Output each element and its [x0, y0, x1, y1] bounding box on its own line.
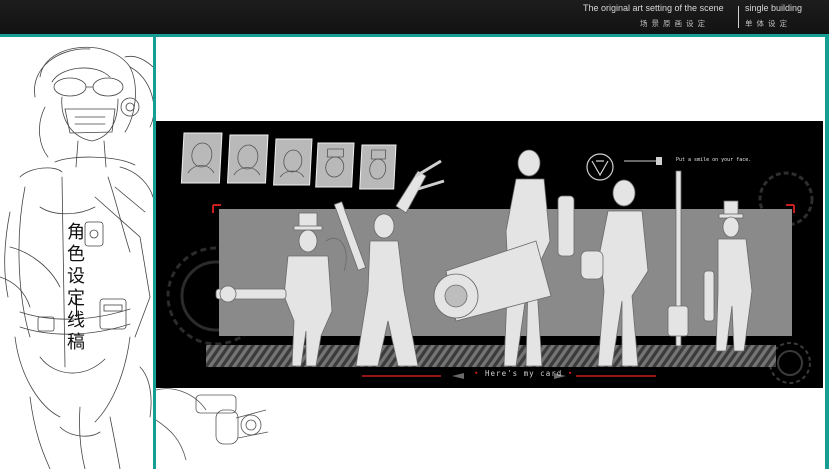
header-subtitle-en: single building — [745, 3, 803, 13]
title-separator-line — [76, 295, 77, 317]
vertical-section-title: 角色设定 线稿 — [67, 222, 85, 353]
header-title-en: The original art setting of the scene — [583, 3, 724, 13]
caption-dot-left-icon: • — [474, 369, 480, 378]
thumbnail-1[interactable] — [180, 132, 223, 184]
card-caption: • Here's my card • — [474, 369, 573, 378]
header-subtitle-cn: 单体设定 — [745, 19, 791, 28]
tagline-marker — [656, 157, 662, 165]
lineart-sketch-panel: 角色设定 线稿 — [0, 37, 153, 469]
thumbnail-2[interactable] — [226, 134, 269, 184]
caption-text: Here's my card — [485, 369, 563, 378]
top-header-bar: The original art setting of the scene 场景… — [0, 0, 829, 34]
character-thumbnails — [180, 132, 397, 190]
character-showcase-card: Put a smile on your face. • Here's my ca… — [156, 121, 823, 388]
caption-dot-right-icon: • — [567, 369, 574, 378]
header-divider — [738, 6, 739, 28]
thumbnail-3[interactable] — [273, 138, 313, 186]
emblem-icon — [586, 153, 614, 181]
lineart-weapon-overflow — [156, 388, 269, 461]
tagline-text: Put a smile on your face. — [676, 157, 752, 163]
thumbnail-5[interactable] — [359, 144, 397, 190]
caption-arrow-left — [452, 373, 464, 379]
header-title-cn: 场景原画设定 — [640, 19, 709, 28]
thumbnail-4[interactable] — [315, 142, 355, 188]
panel-frame-right — [825, 37, 829, 469]
